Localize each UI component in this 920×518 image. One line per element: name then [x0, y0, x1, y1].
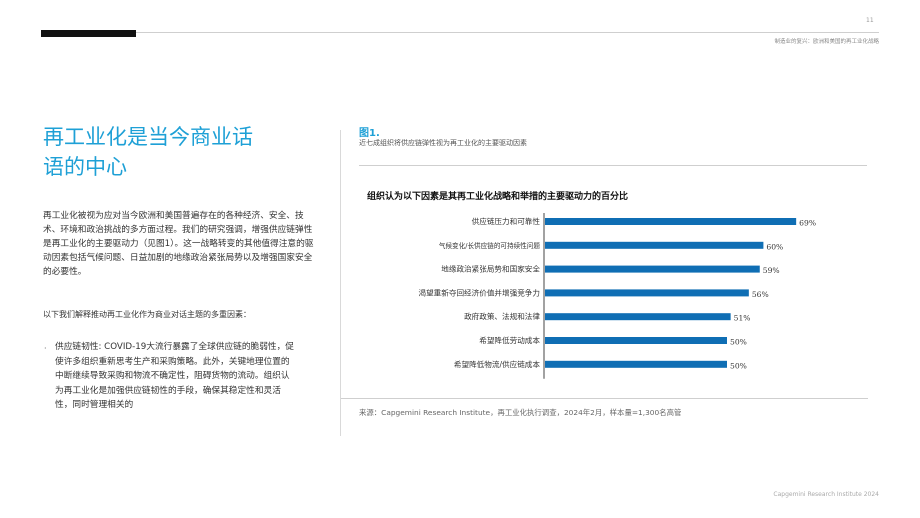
value-label-3: 59% [763, 266, 780, 275]
category-label-2: 气候变化/长供应链的可持续性问题 [439, 241, 541, 250]
bar-7 [545, 360, 727, 368]
bar-1 [545, 218, 797, 225]
page-number: 11 [866, 17, 874, 24]
value-label-5: 51% [734, 314, 751, 323]
footer-brand: Capgemini Research Institute 2024 [773, 491, 879, 498]
section-headline: 再工业化是当今商业话 语的中心 [43, 122, 313, 182]
bullet-marker: · [44, 344, 47, 353]
figure-source: 来源：Capgemini Research Institute，再工业化执行调查… [359, 408, 682, 417]
headline-line-2: 语的中心 [43, 155, 127, 179]
category-label-7: 希望降低物流/供应链成本 [454, 359, 540, 369]
bar-3 [545, 265, 760, 273]
category-label-6: 希望降低劳动成本 [479, 335, 540, 345]
value-label-2: 60% [766, 242, 783, 251]
lead-paragraph: 以下我们解释推动再工业化作为商业对话主题的多重因素： [43, 310, 251, 319]
bar-2 [545, 241, 764, 249]
figure-subtitle: 近七成组织将供应链弹性视为再工业化的主要驱动因素 [359, 139, 527, 147]
category-label-5: 政府政策、法规和法律 [464, 311, 540, 321]
header-accent-bar [41, 30, 136, 37]
figure-rule [359, 165, 867, 166]
bar-4 [545, 289, 749, 297]
category-label-3: 地缘政治紧张局势和国家安全 [441, 264, 540, 274]
category-label-4: 渴望重新夺回经济价值并增强竞争力 [419, 287, 541, 297]
figure-label: 图1. [359, 128, 380, 139]
value-label-6: 50% [730, 338, 747, 347]
bar-5 [545, 313, 731, 321]
running-head: 制造业的复兴：欧洲和美国的再工业化战略 [774, 39, 879, 45]
chart-title: 组织认为以下因素是其再工业化战略和举措的主要驱动力的百分比 [367, 192, 629, 202]
intro-paragraph: 再工业化被视为应对当今欧洲和美国普遍存在的各种经济、安全、技术、环境和政治挑战的… [43, 211, 314, 277]
category-label-1: 供应链压力和可靠性 [472, 216, 541, 226]
header-rule [136, 32, 879, 33]
value-label-1: 69% [799, 219, 816, 228]
headline-line-1: 再工业化是当今商业话 [43, 125, 253, 149]
value-label-7: 50% [730, 361, 747, 370]
bullet-supply-chain: 供应链韧性: COVID-19大流行暴露了全球供应链的脆弱性，促使许多组织重新思… [55, 342, 294, 410]
bar-6 [545, 337, 727, 344]
bar-chart: 供应链压力和可靠性 69% 气候变化/长供应链的可持续性问题 60% 地缘政治紧张局势和… [419, 213, 816, 379]
value-label-4: 56% [752, 290, 769, 299]
source-rule [341, 398, 868, 399]
